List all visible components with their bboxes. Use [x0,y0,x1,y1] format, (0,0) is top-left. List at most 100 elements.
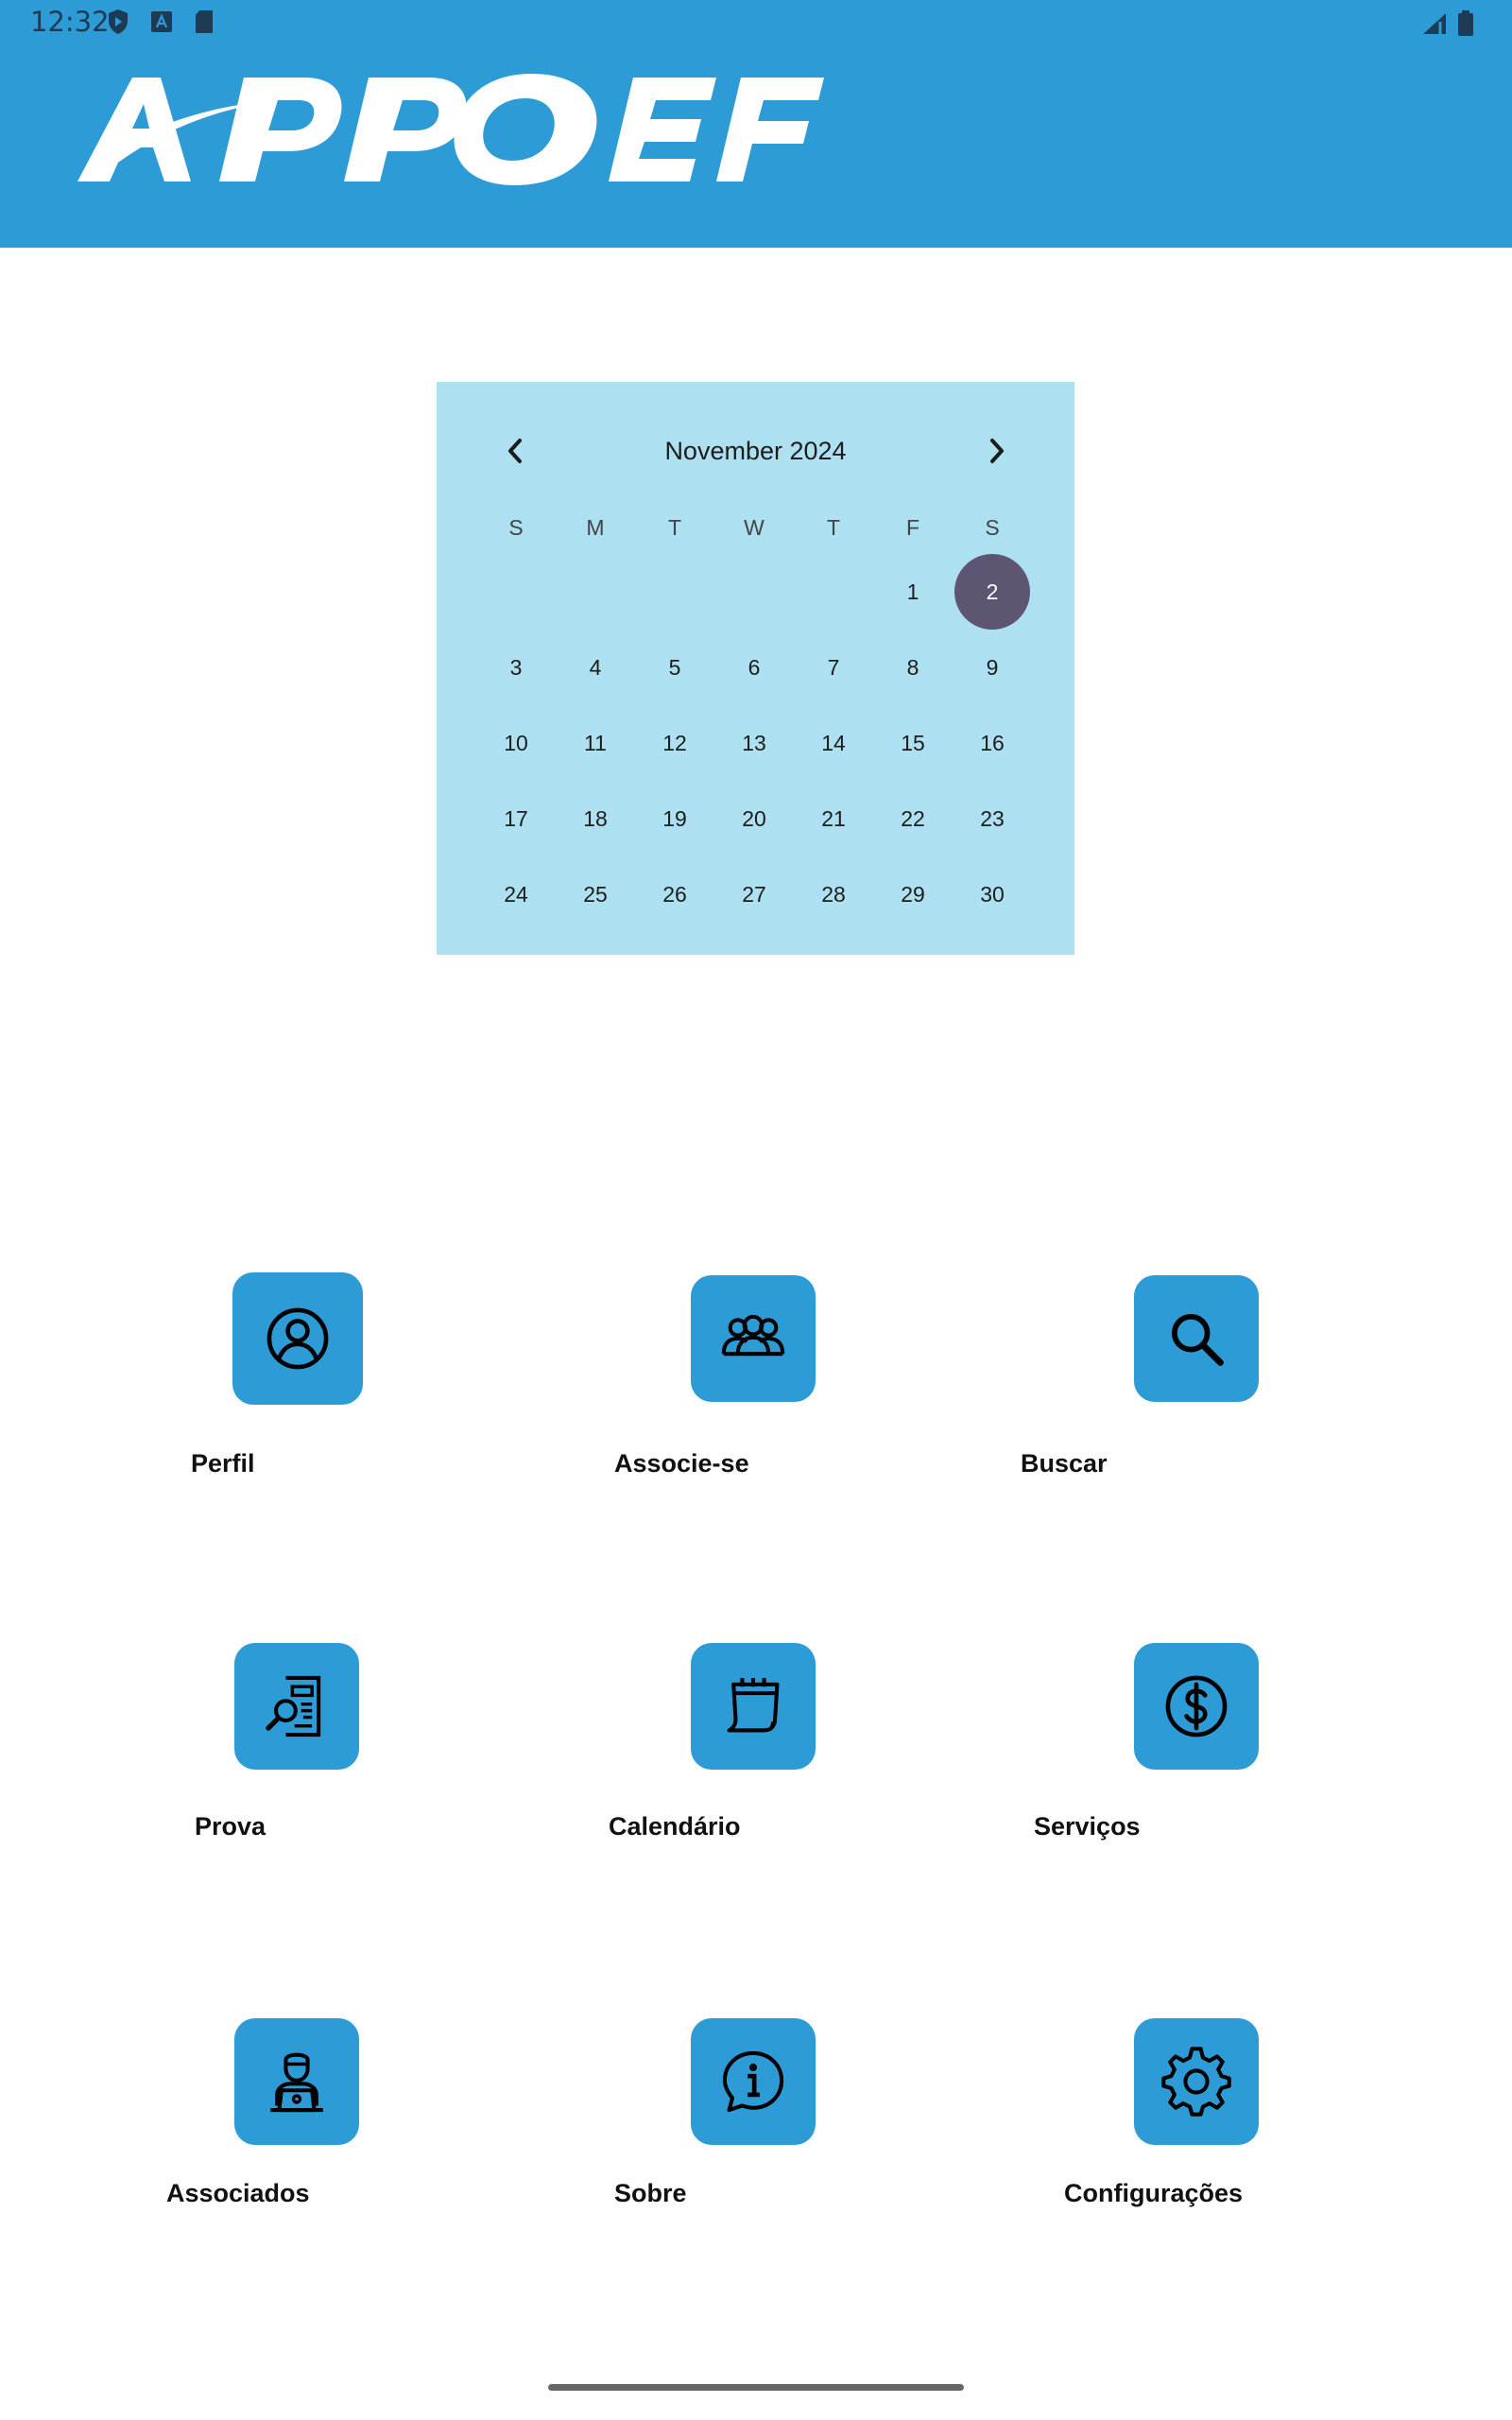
weekday-label: S [508,515,524,540]
weekday-label: M [586,515,605,540]
calendar-blank-cell [556,554,635,630]
calendar-day-number: 9 [986,654,999,680]
menu-label[interactable]: Perfil [191,1449,255,1478]
calendar-day[interactable]: 21 [794,781,873,856]
calendar-day-number: 25 [583,881,608,907]
menu-label[interactable]: Associe-se [614,1449,749,1478]
menu-label[interactable]: Calendário [609,1812,741,1841]
next-month-button[interactable] [975,429,1019,473]
calendar-icon [727,1677,780,1733]
calendar-blank-cell [794,554,873,630]
calendar-day-number: 4 [589,654,602,680]
calendar-day[interactable]: 13 [714,705,794,781]
calendar-day-number: 3 [509,654,523,680]
calendar-day[interactable]: 26 [635,856,714,932]
calendar-day-number: 1 [906,579,919,604]
calendar-day[interactable]: 25 [556,856,635,932]
calendar-day[interactable]: 18 [556,781,635,856]
status-left-icons [107,9,215,35]
calendar-day[interactable]: 19 [635,781,714,856]
calendar-day[interactable]: 12 [635,705,714,781]
calendar-day[interactable]: 16 [953,705,1032,781]
appoef-logo [77,74,824,185]
calendar-blank-cell [714,554,794,630]
calendar-day[interactable]: 8 [873,630,953,705]
gear-icon [1161,2047,1231,2117]
calendar-day[interactable]: 15 [873,705,953,781]
battery-icon [1458,10,1473,36]
menu-tile-prova[interactable] [234,1643,359,1770]
menu-label[interactable]: Associados [166,2179,310,2208]
calendar-day[interactable]: 5 [635,630,714,705]
menu-tile-associados[interactable] [234,2018,359,2145]
chevron-right-icon [990,439,1004,463]
person-laptop-icon [270,2052,323,2113]
calendar-day-number: 30 [980,881,1005,907]
calendar-day[interactable]: 1 [873,554,953,630]
calendar-day-number: 26 [662,881,687,907]
calendar-day[interactable]: 6 [714,630,794,705]
calendar-day[interactable]: 9 [953,630,1032,705]
calendar-day[interactable]: 11 [556,705,635,781]
status-right-icons [1421,10,1474,37]
calendar-day[interactable]: 30 [953,856,1032,932]
calendar-grid: SMTWTFS 1 2 3 4 5 6 7 8 9 10 11 12 13 14 15 16 17 18 19 20 2… [476,501,1032,932]
calendar-day[interactable]: 2 [953,554,1032,630]
calendar-day[interactable]: 3 [476,630,556,705]
calendar-day-number: 29 [901,881,925,907]
app-header: 12:32 [0,0,1512,248]
menu-label[interactable]: Buscar [1021,1449,1108,1478]
calendar-day-number: 14 [821,730,846,755]
calendar-day[interactable]: 20 [714,781,794,856]
calendar-widget: November 2024 SMTWTFS 1 2 3 4 5 6 7 8 9 10 11 12 13 1… [437,382,1074,955]
calendar-day[interactable]: 23 [953,781,1032,856]
calendar-day-number: 17 [504,805,528,831]
calendar-day-number: 12 [662,730,687,755]
document-search-icon [266,1675,321,1737]
menu-tile-sobre[interactable] [691,2018,816,2145]
menu-tile-associe-se[interactable] [691,1275,816,1402]
previous-month-button[interactable] [493,429,537,473]
dollar-circle-icon [1165,1675,1228,1737]
weekday-label: T [826,515,841,540]
info-chat-icon [722,2050,784,2113]
weekday-label: S [985,515,1000,540]
calendar-blank-cell [476,554,556,630]
menu-tile-servi-os[interactable] [1134,1643,1259,1770]
menu-label[interactable]: Serviços [1034,1812,1141,1841]
calendar-day[interactable]: 28 [794,856,873,932]
navigation-handle[interactable] [548,2384,964,2391]
menu-label[interactable]: Sobre [614,2179,687,2208]
calendar-header: November 2024 [437,420,1074,482]
menu-tile-buscar[interactable] [1134,1275,1259,1402]
calendar-day-number: 13 [742,730,766,755]
calendar-day[interactable]: 10 [476,705,556,781]
group-icon [721,1314,785,1357]
menu-label[interactable]: Configurações [1064,2179,1243,2208]
menu-tile-configura-es[interactable] [1134,2018,1259,2145]
menu-tile-perfil[interactable] [232,1272,363,1405]
calendar-day[interactable]: 4 [556,630,635,705]
calendar-blank-cell [635,554,714,630]
search-icon [1171,1313,1224,1366]
menu-tile-calend-rio[interactable] [691,1643,816,1770]
calendar-day[interactable]: 29 [873,856,953,932]
calendar-day[interactable]: 17 [476,781,556,856]
calendar-day-number: 27 [742,881,766,907]
calendar-day-number: 15 [901,730,925,755]
calendar-day-number: 8 [906,654,919,680]
calendar-day-number: 23 [980,805,1005,831]
calendar-day-number: 19 [662,805,687,831]
status-time: 12:32 [30,6,110,38]
calendar-day[interactable]: 7 [794,630,873,705]
calendar-day[interactable]: 24 [476,856,556,932]
calendar-day-number: 28 [821,881,846,907]
font-a-icon [151,11,172,32]
calendar-day[interactable]: 14 [794,705,873,781]
menu-label[interactable]: Prova [195,1812,266,1841]
weekday-label: F [905,515,920,540]
weekday-row: SMTWTFS [476,501,1032,554]
calendar-day[interactable]: 27 [714,856,794,932]
chevron-left-icon [508,439,522,463]
calendar-day[interactable]: 22 [873,781,953,856]
